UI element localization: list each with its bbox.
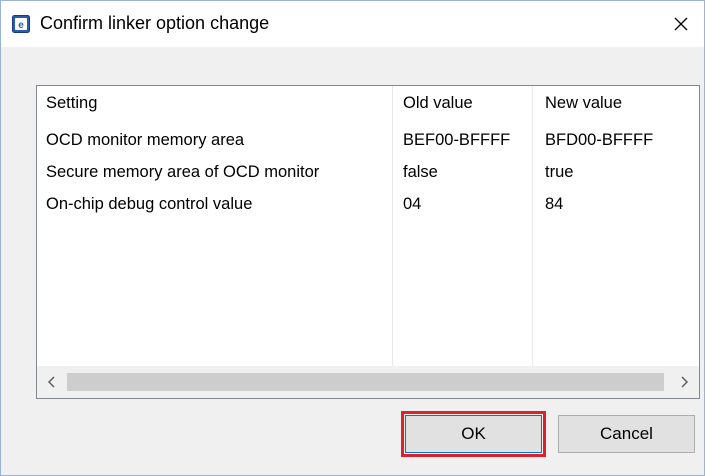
- column-divider: [532, 86, 533, 366]
- window-title: Confirm linker option change: [40, 13, 270, 33]
- table-row-setting: On-chip debug control value: [46, 195, 253, 213]
- table-row-setting: Secure memory area of OCD monitor: [46, 163, 320, 181]
- table-row-new-value: BFD00-BFFFF: [545, 131, 654, 149]
- close-button[interactable]: [658, 1, 704, 47]
- table-row-old-value: 04: [403, 195, 422, 213]
- ok-button[interactable]: OK: [401, 411, 546, 457]
- scroll-thumb[interactable]: [67, 373, 664, 391]
- app-icon: e: [12, 15, 30, 33]
- table-row-old-value: BEF00-BFFFF: [403, 131, 511, 149]
- table-row-new-value: true: [545, 163, 574, 181]
- table-row-setting: OCD monitor memory area: [46, 131, 245, 149]
- cancel-button[interactable]: Cancel: [558, 415, 695, 453]
- column-divider: [392, 86, 393, 366]
- settings-table[interactable]: Setting Old value New value OCD monitor …: [36, 85, 700, 399]
- chevron-left-icon: [47, 376, 55, 388]
- svg-text:e: e: [18, 20, 24, 31]
- scroll-left-button[interactable]: [37, 366, 67, 398]
- chevron-right-icon: [681, 376, 689, 388]
- header-new-value[interactable]: New value: [545, 94, 622, 113]
- header-old-value[interactable]: Old value: [403, 94, 473, 113]
- title-bar: e Confirm linker option change: [1, 1, 704, 47]
- table-row-new-value: 84: [545, 195, 564, 213]
- horizontal-scrollbar[interactable]: [37, 366, 699, 398]
- scroll-right-button[interactable]: [669, 366, 699, 398]
- table-row-old-value: false: [403, 163, 438, 181]
- close-icon: [674, 17, 688, 31]
- confirm-dialog: e Confirm linker option change Setting O…: [0, 0, 705, 476]
- header-setting[interactable]: Setting: [46, 94, 97, 113]
- table-body: Setting Old value New value OCD monitor …: [37, 86, 699, 366]
